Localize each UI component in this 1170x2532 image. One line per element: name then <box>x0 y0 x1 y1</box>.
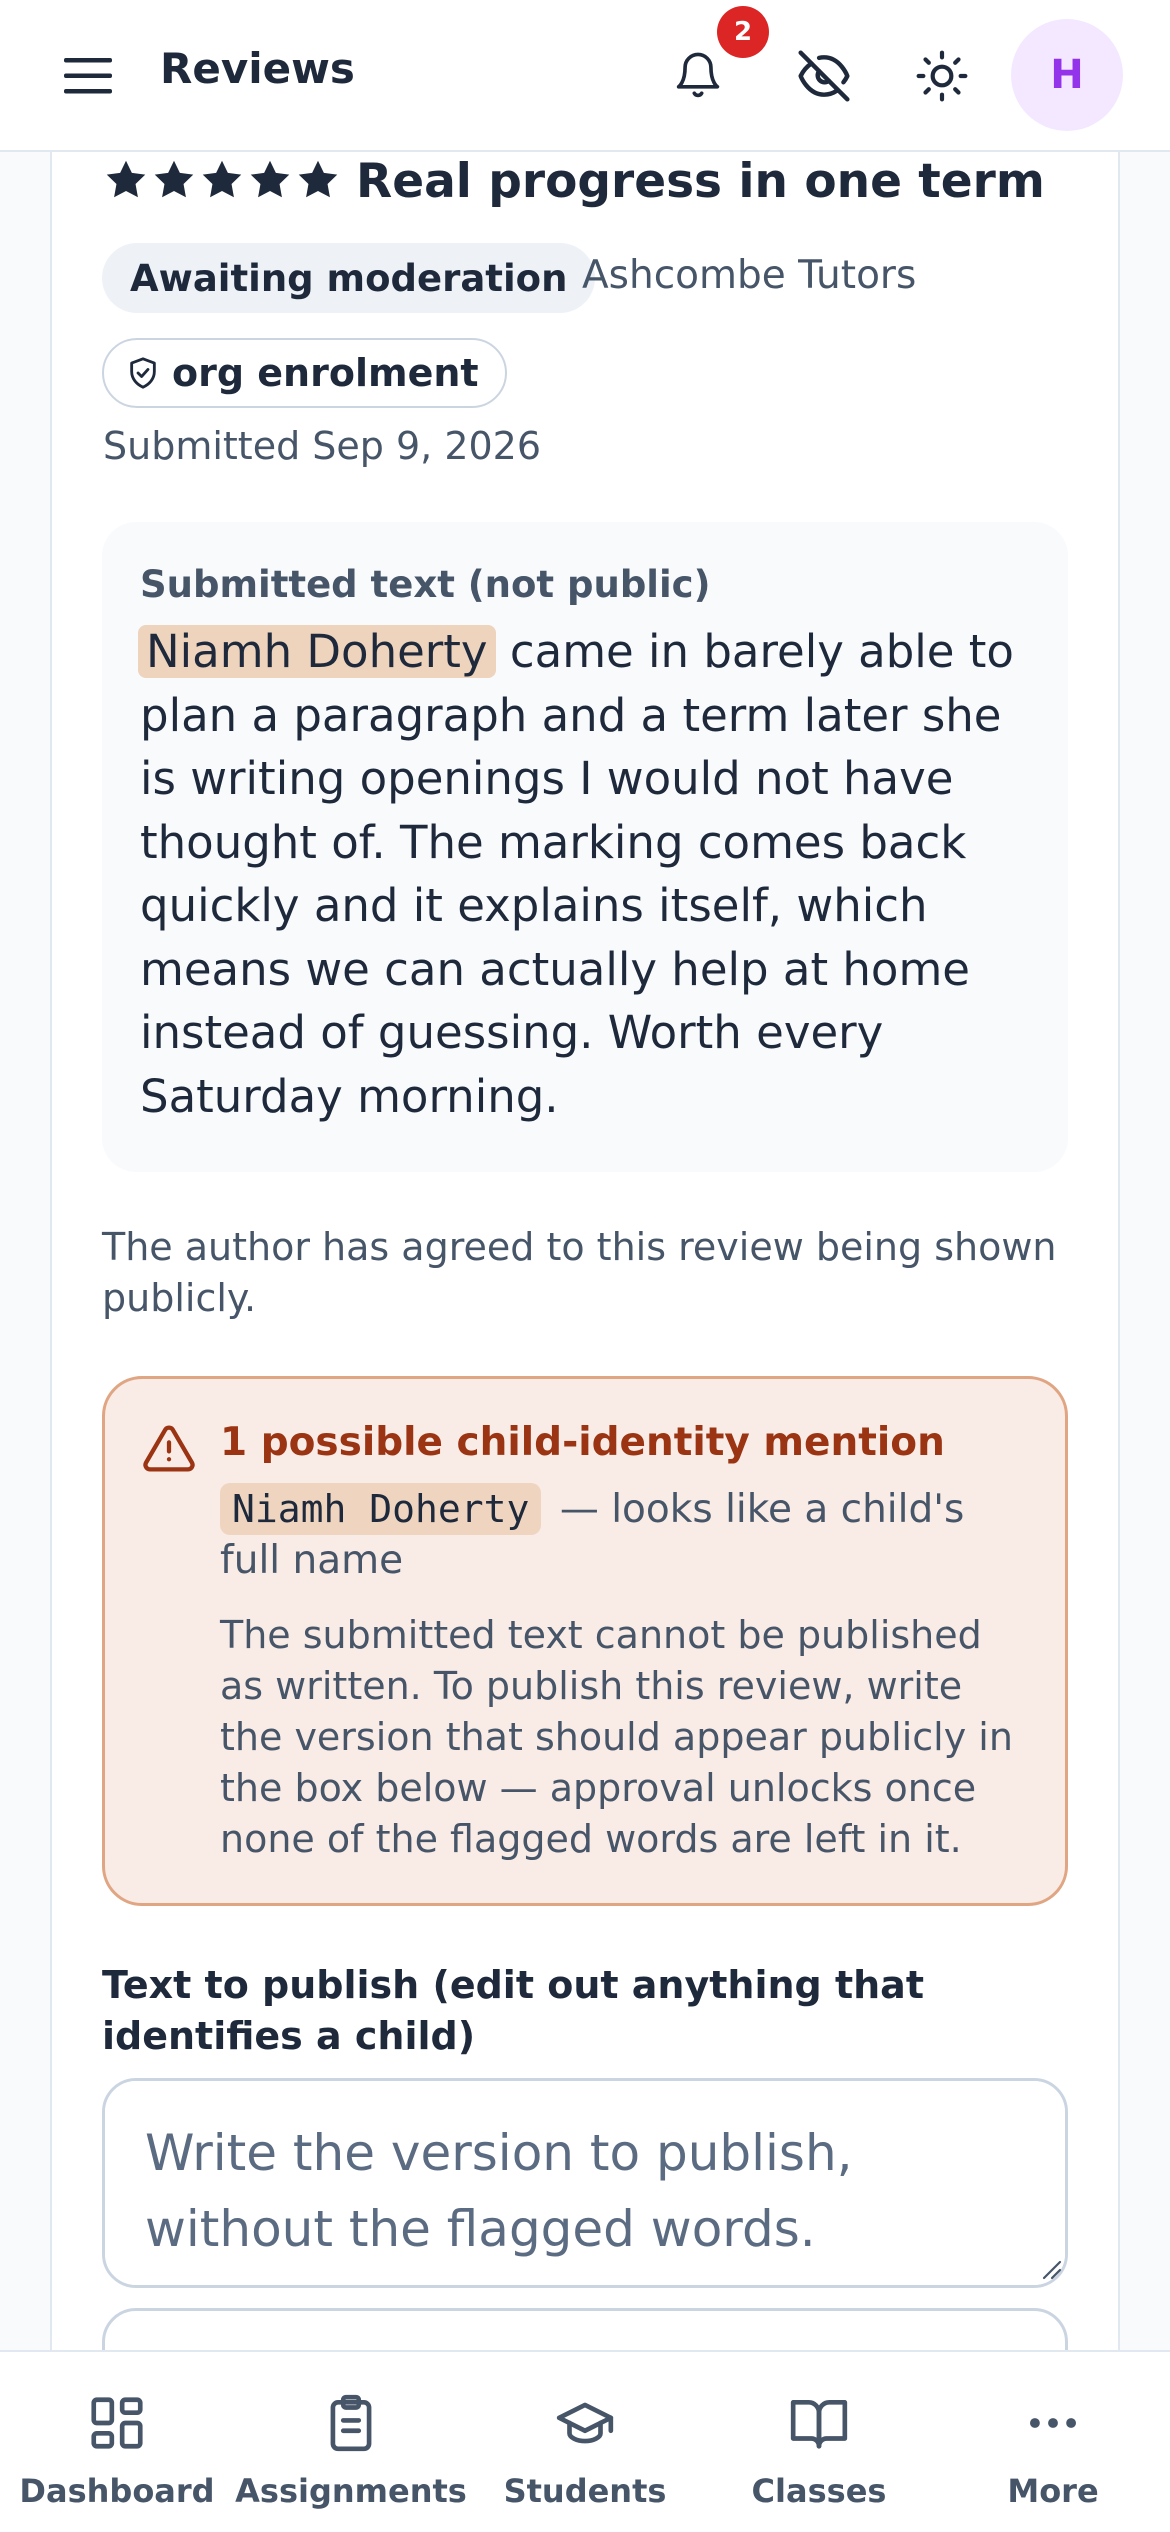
organisation-name: Ashcombe Tutors <box>582 253 917 298</box>
nav-label: Assignments <box>235 2472 467 2510</box>
warning-title: 1 possible child-identity mention <box>220 1420 945 1465</box>
bottom-navigation: Dashboard Assignments Students Classes M… <box>0 2350 1170 2532</box>
submitted-text-body: Niamh Doherty came in barely able to pla… <box>138 620 1040 1128</box>
nav-item-students[interactable]: Students <box>468 2352 702 2532</box>
nav-item-more[interactable]: More <box>936 2352 1170 2532</box>
star-icon <box>154 160 194 198</box>
source-chip: org enrolment <box>102 338 507 408</box>
flagged-word: Niamh Doherty <box>220 1483 542 1535</box>
eye-off-icon <box>798 50 850 102</box>
warning-triangle-icon <box>143 1425 195 1472</box>
publish-text-label: Text to publish (edit out anything that … <box>102 1963 924 2058</box>
nav-label: More <box>1007 2472 1099 2510</box>
bell-icon <box>676 52 720 98</box>
flagged-item: Niamh Doherty — looks like a child's ful… <box>220 1483 1020 1586</box>
nav-item-classes[interactable]: Classes <box>702 2352 936 2532</box>
shield-check-icon <box>130 357 156 389</box>
star-icon <box>250 160 290 198</box>
publish-text-input[interactable] <box>102 2078 1068 2288</box>
hide-content-button[interactable] <box>784 36 864 116</box>
graduation-cap-icon <box>556 2402 614 2444</box>
resize-handle-icon[interactable] <box>1038 2256 1062 2280</box>
dashboard-icon <box>91 2397 143 2449</box>
flagged-name-highlight: Niamh Doherty <box>138 625 496 678</box>
warning-body: The submitted text cannot be published a… <box>220 1613 1013 1861</box>
star-icon <box>106 160 146 198</box>
nav-item-dashboard[interactable]: Dashboard <box>0 2352 234 2532</box>
page-title: Reviews <box>160 44 355 93</box>
hamburger-menu-icon <box>64 58 112 94</box>
more-dots-icon <box>1030 2418 1076 2428</box>
star-rating <box>104 158 340 202</box>
submitted-text-rest: came in barely able to plan a paragraph … <box>140 625 1014 1123</box>
clipboard-icon <box>330 2394 372 2452</box>
submitted-text-label: Submitted text (not public) <box>140 563 711 606</box>
notification-count-badge: 2 <box>717 6 769 58</box>
top-app-bar: Reviews 2 H <box>0 0 1170 152</box>
status-badge: Awaiting moderation <box>102 243 596 313</box>
consent-note: The author has agreed to this review bei… <box>102 1225 1057 1320</box>
sun-icon <box>916 50 968 102</box>
nav-label: Classes <box>751 2472 887 2510</box>
book-open-icon <box>790 2400 848 2449</box>
nav-label: Students <box>503 2472 667 2510</box>
nav-label: Dashboard <box>19 2472 215 2510</box>
star-icon <box>298 160 338 198</box>
review-title: Real progress in one term <box>356 154 1045 209</box>
star-icon <box>202 160 242 198</box>
submitted-date: Submitted Sep 9, 2026 <box>103 424 542 468</box>
hamburger-menu-button[interactable] <box>58 46 118 106</box>
avatar[interactable]: H <box>1011 19 1123 131</box>
theme-toggle-button[interactable] <box>902 36 982 116</box>
nav-item-assignments[interactable]: Assignments <box>234 2352 468 2532</box>
source-label: org enrolment <box>172 351 479 395</box>
